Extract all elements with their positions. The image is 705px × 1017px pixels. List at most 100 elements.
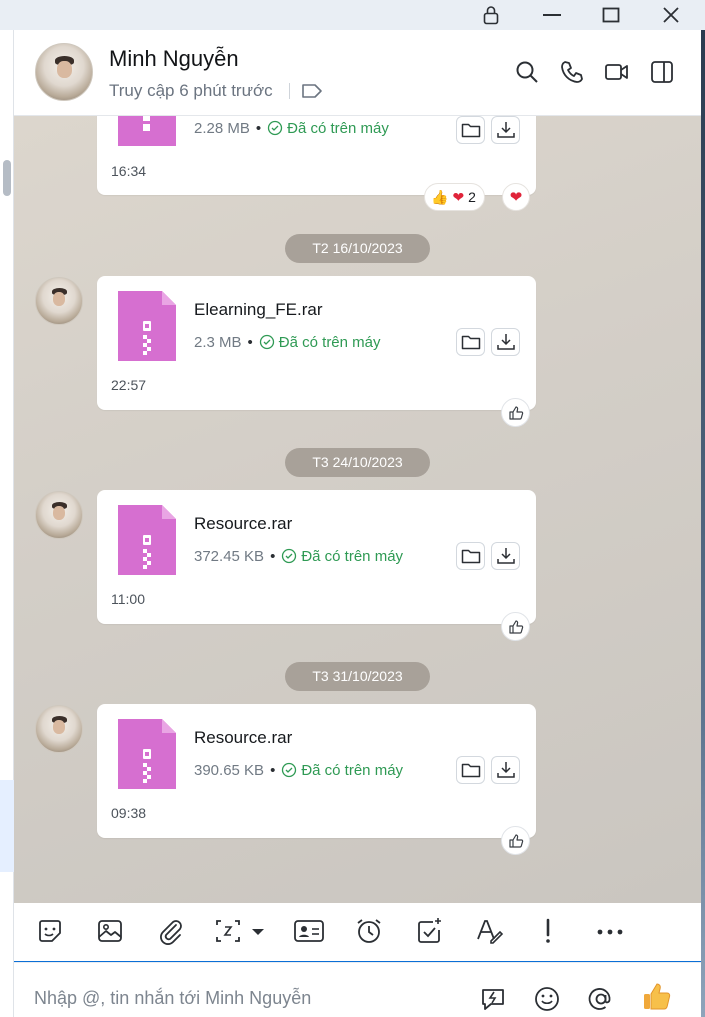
zip-file-icon (118, 505, 176, 575)
task-icon[interactable] (415, 917, 443, 945)
phone-icon[interactable] (559, 59, 585, 85)
heart-reaction-button[interactable]: ❤ (502, 183, 530, 211)
sender-avatar[interactable] (35, 705, 83, 753)
download-status: Đã có trên máy (287, 120, 389, 137)
quick-message-icon[interactable] (479, 985, 507, 1013)
file-size: 2.3 MB (194, 334, 242, 351)
download-icon (496, 122, 515, 138)
date-separator: T3 31/10/2023 (285, 662, 430, 691)
date-separator: T3 24/10/2023 (285, 448, 430, 477)
file-message[interactable]: Resource.rar 390.65 KB • Đã có trên máy 09… (97, 704, 536, 838)
file-name[interactable]: Resource.rar (194, 514, 292, 534)
download-icon (496, 548, 515, 564)
format-text-icon[interactable] (475, 917, 505, 945)
file-size: 372.45 KB (194, 548, 265, 565)
download-status: Đã có trên máy (278, 334, 381, 351)
react-like-button[interactable] (501, 826, 530, 855)
open-folder-button[interactable] (456, 328, 485, 356)
file-name[interactable]: Resource.rar (194, 728, 292, 748)
download-button[interactable] (491, 116, 520, 144)
download-button[interactable] (491, 756, 520, 784)
desktop-background-edge (701, 30, 705, 1017)
download-status: Đã có trên máy (301, 762, 404, 779)
contact-card-icon[interactable] (293, 917, 325, 945)
sender-avatar[interactable] (35, 491, 83, 539)
open-folder-button[interactable] (456, 756, 485, 784)
message-time: 16:34 (111, 163, 147, 179)
message-time: 09:38 (111, 805, 147, 821)
minimize-icon[interactable] (527, 0, 577, 30)
file-size: 390.65 KB (194, 762, 265, 779)
download-button[interactable] (491, 328, 520, 356)
check-circle-icon (282, 548, 297, 564)
open-folder-button[interactable] (456, 116, 485, 144)
contact-name[interactable]: Minh Nguyễn (109, 46, 239, 72)
reaction-count: 2 (468, 189, 476, 205)
screenshot-icon[interactable] (214, 917, 270, 945)
reminder-icon[interactable] (355, 917, 383, 945)
react-like-button[interactable] (501, 612, 530, 641)
sidebar-toggle-icon[interactable] (649, 59, 675, 85)
message-input[interactable]: Nhập @, tin nhắn tới Minh Nguyễn (34, 988, 311, 1009)
file-size: 2.28 MB (194, 120, 250, 137)
download-icon (496, 334, 515, 350)
thumbs-up-outline-icon (508, 619, 523, 634)
contact-avatar[interactable] (35, 43, 93, 101)
reaction-summary[interactable]: 👍 ❤ 2 (424, 183, 485, 211)
video-icon[interactable] (604, 59, 630, 85)
file-meta: 2.3 MB • Đã có trên máy (194, 334, 381, 351)
folder-icon (461, 763, 480, 778)
conversation-list-edge (0, 30, 14, 1017)
more-icon[interactable] (595, 917, 625, 945)
selected-conversation-highlight (0, 780, 14, 872)
chat-header: Minh Nguyễn Truy cập 6 phút trước (14, 30, 701, 116)
tag-icon[interactable] (301, 83, 323, 99)
thumbs-up-outline-icon (508, 405, 523, 420)
check-circle-icon (282, 762, 297, 778)
header-divider (289, 83, 290, 99)
download-status: Đã có trên máy (301, 548, 404, 565)
mention-icon[interactable] (587, 985, 615, 1013)
composer-toolbar (14, 903, 701, 962)
date-separator: T2 16/10/2023 (285, 234, 430, 263)
file-meta: 390.65 KB • Đã có trên máy (194, 762, 404, 779)
close-icon[interactable] (646, 0, 696, 30)
window-titlebar (0, 0, 705, 30)
react-like-button[interactable] (501, 398, 530, 427)
scrollbar-thumb[interactable] (3, 160, 11, 196)
zip-file-icon (118, 719, 176, 789)
attachment-icon[interactable] (156, 917, 184, 945)
lock-icon[interactable] (466, 0, 516, 30)
zip-file-icon (118, 116, 176, 146)
image-icon[interactable] (96, 917, 124, 945)
message-time: 11:00 (111, 591, 145, 607)
important-icon[interactable] (540, 917, 556, 945)
message-input-bar: Nhập @, tin nhắn tới Minh Nguyễn (14, 963, 701, 1017)
last-seen-status: Truy cập 6 phút trước (109, 81, 273, 100)
thumbs-up-emoji-icon: 👍 (431, 188, 449, 205)
check-circle-icon (259, 334, 274, 350)
message-time: 22:57 (111, 377, 147, 393)
zip-file-icon (118, 291, 176, 361)
folder-icon (461, 335, 480, 350)
file-message[interactable]: Resource.rar 372.45 KB • Đã có trên máy 11… (97, 490, 536, 624)
maximize-icon[interactable] (586, 0, 636, 30)
folder-icon (461, 123, 480, 138)
file-meta: 372.45 KB • Đã có trên máy (194, 548, 404, 565)
check-circle-icon (267, 120, 283, 136)
heart-emoji-icon: ❤ (452, 188, 465, 205)
thumbs-up-outline-icon (508, 833, 523, 848)
thumbs-up-icon[interactable] (641, 981, 673, 1013)
heart-icon: ❤ (509, 189, 523, 206)
sender-avatar[interactable] (35, 277, 83, 325)
sticker-icon[interactable] (36, 917, 64, 945)
file-message[interactable]: Elearning_FE.rar 2.3 MB • Đã có trên máy 2… (97, 276, 536, 410)
file-meta: 2.28 MB • Đã có trên máy (194, 120, 389, 137)
download-icon (496, 762, 515, 778)
search-icon[interactable] (514, 59, 540, 85)
download-button[interactable] (491, 542, 520, 570)
open-folder-button[interactable] (456, 542, 485, 570)
emoji-icon[interactable] (533, 985, 561, 1013)
message-list[interactable]: 2.28 MB • Đã có trên máy 16:34 👍 ❤ 2 ❤ T2 16… (14, 116, 701, 903)
file-name[interactable]: Elearning_FE.rar (194, 300, 323, 320)
